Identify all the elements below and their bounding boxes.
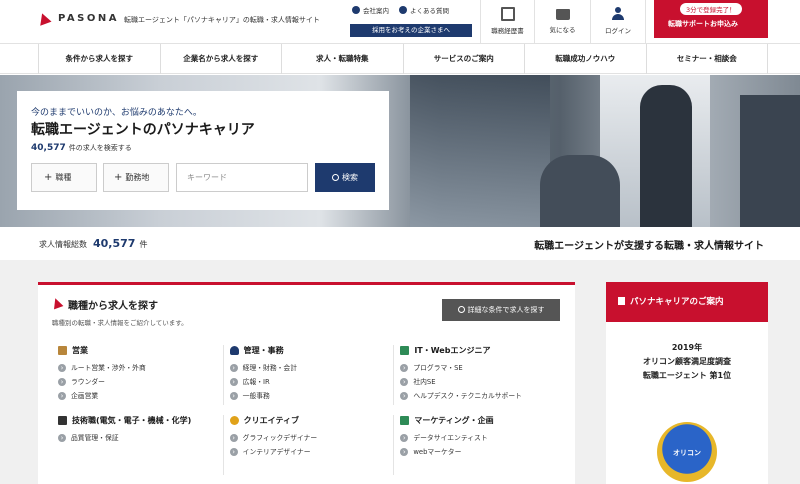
search-button[interactable]: 検索 xyxy=(315,163,375,192)
category-link[interactable]: クリエイティブ xyxy=(229,415,394,426)
pasona-logo[interactable]: PASONA xyxy=(36,11,119,26)
sidebar-title[interactable]: パソナキャリアのご案内 xyxy=(606,282,768,322)
total-jobs: 求人情報総数 40,577 件 xyxy=(39,237,148,250)
subcategory-link[interactable]: webマーケター xyxy=(400,445,564,459)
category-it: IT・Webエンジニア プログラマ・SE 社内SE ヘルプデスク・テクニカルサポ… xyxy=(393,345,564,405)
award-survey: オリコン顧客満足度調査 xyxy=(643,357,731,366)
chart-icon xyxy=(400,416,410,425)
hero-job-count: 40,577 件の求人を検索する xyxy=(31,143,132,153)
subcategory-link[interactable]: 広報・IR xyxy=(230,375,394,389)
category-engineering: 技術職(電気・電子・機械・化学) 品質管理・保証 xyxy=(52,415,223,475)
category-sales: 営業 ルート営業・渉外・外商 ラウンダー 企画営業 xyxy=(52,345,223,405)
flag-icon xyxy=(618,297,625,305)
gear-icon xyxy=(58,416,67,425)
faq-link[interactable]: よくある質問 xyxy=(399,5,449,15)
search-icon xyxy=(332,174,339,181)
nav-item-search-by-company[interactable]: 企業名から求人を探す xyxy=(161,44,282,74)
category-grid: 営業 ルート営業・渉外・外商 ラウンダー 企画営業 管理・事務 経理・財務・会計… xyxy=(52,345,564,475)
category-link[interactable]: IT・Webエンジニア xyxy=(400,345,564,356)
award-rank: 転職エージェント 第1位 xyxy=(642,371,732,380)
subcategory-link[interactable]: グラフィックデザイナー xyxy=(230,431,394,445)
site-tagline: 転職エージェント「パソナキャリア」の転職・求人情報サイト xyxy=(124,16,320,24)
monitor-icon xyxy=(400,346,410,355)
site-header: PASONA 転職エージェント「パソナキャリア」の転職・求人情報サイト 会社案内… xyxy=(0,0,800,44)
top-links: 会社案内 よくある質問 xyxy=(352,5,449,15)
admin-icon xyxy=(229,346,239,355)
category-link[interactable]: 営業 xyxy=(58,345,223,356)
category-link[interactable]: 管理・事務 xyxy=(229,345,394,356)
category-admin: 管理・事務 経理・財務・会計 広報・IR 一般事務 xyxy=(222,345,394,405)
panel-subtitle: 職種別の転職・求人情報をご紹介しています。 xyxy=(52,319,188,327)
nav-item-knowhow[interactable]: 転職成功ノウハウ xyxy=(525,44,647,74)
subcategory-link[interactable]: 一般事務 xyxy=(230,389,394,403)
lightbulb-icon xyxy=(229,416,239,425)
panel-title: 職種から求人を探す xyxy=(68,301,158,312)
logo-mark-icon xyxy=(36,11,52,26)
nav-item-search-by-conditions[interactable]: 条件から求人を探す xyxy=(38,44,161,74)
logo-text: PASONA xyxy=(58,13,119,24)
hero-search-card: 今のままでいいのか、お悩みのあなたへ。 転職エージェントのパソナキャリア 40,… xyxy=(17,91,389,210)
subcategory-link[interactable]: データサイエンティスト xyxy=(400,431,564,445)
nav-item-seminars[interactable]: セミナー・相談会 xyxy=(647,44,768,74)
location-button[interactable]: + 勤務地 xyxy=(103,163,169,192)
hero-lead: 今のままでいいのか、お悩みのあなたへ。 xyxy=(31,108,202,118)
job-type-button[interactable]: + 職種 xyxy=(31,163,97,192)
user-icon xyxy=(611,7,625,21)
nav-item-services[interactable]: サービスのご案内 xyxy=(404,44,525,74)
category-link[interactable]: マーケティング・企画 xyxy=(400,415,564,426)
keyword-input[interactable] xyxy=(176,163,308,192)
nav-item-features[interactable]: 求人・転職特集 xyxy=(282,44,404,74)
plus-icon: + xyxy=(114,172,123,183)
hero-photo-people xyxy=(540,155,620,227)
signup-time-badge: 3分で登録完了！ xyxy=(680,3,742,15)
subcategory-link[interactable]: ラウンダー xyxy=(58,375,223,389)
login-button[interactable]: ログイン xyxy=(590,0,646,43)
medal-text: オリコン xyxy=(673,449,701,457)
hero-banner: 今のままでいいのか、お悩みのあなたへ。 転職エージェントのパソナキャリア 40,… xyxy=(0,75,800,227)
subcategory-link[interactable]: 社内SE xyxy=(400,375,564,389)
question-icon xyxy=(399,6,407,14)
subcategory-link[interactable]: ヘルプデスク・テクニカルサポート xyxy=(400,389,564,403)
signup-label: 転職サポートお申込み xyxy=(668,20,738,28)
subcategory-link[interactable]: インテリアデザイナー xyxy=(230,445,394,459)
hero-photo-office xyxy=(410,75,550,227)
subcategory-link[interactable]: 経理・財務・会計 xyxy=(230,361,394,375)
category-creative: クリエイティブ グラフィックデザイナー インテリアデザイナー xyxy=(222,415,394,475)
main-content: 職種から求人を探す 職種別の転職・求人情報をご紹介しています。 詳細な条件で求人… xyxy=(0,260,800,484)
info-icon xyxy=(352,6,360,14)
award-year: 2019年 xyxy=(671,343,703,352)
subcategory-link[interactable]: プログラマ・SE xyxy=(400,361,564,375)
corporate-recruiting-button[interactable]: 採用をお考えの企業さまへ xyxy=(350,24,472,37)
hero-title: 転職エージェントのパソナキャリア xyxy=(31,122,255,138)
detailed-search-button[interactable]: 詳細な条件で求人を探す xyxy=(442,299,560,321)
subcategory-link[interactable]: ルート営業・渉外・外商 xyxy=(58,361,223,375)
category-marketing: マーケティング・企画 データサイエンティスト webマーケター xyxy=(393,415,564,475)
section-mark-icon xyxy=(50,296,64,310)
category-link[interactable]: 技術職(電気・電子・機械・化学) xyxy=(58,415,223,426)
site-description: 転職エージェントが支援する転職・求人情報サイト xyxy=(534,241,764,252)
search-icon xyxy=(457,306,465,313)
folder-icon xyxy=(555,9,570,20)
subcategory-link[interactable]: 企画営業 xyxy=(58,389,223,403)
briefcase-icon xyxy=(58,346,67,355)
favorites-button[interactable]: 気になる xyxy=(534,0,590,43)
company-link[interactable]: 会社案内 xyxy=(352,5,389,15)
job-category-panel: 職種から求人を探す 職種別の転職・求人情報をご紹介しています。 詳細な条件で求人… xyxy=(38,282,575,484)
hero-photo-walking xyxy=(740,95,800,227)
document-icon xyxy=(500,7,515,21)
hero-photo-businessman xyxy=(640,85,692,227)
pasona-info-sidebar: パソナキャリアのご案内 2019年 オリコン顧客満足度調査 転職エージェント 第… xyxy=(606,282,768,484)
award-medal-icon: オリコン xyxy=(657,422,717,482)
subcategory-link[interactable]: 品質管理・保証 xyxy=(58,431,223,445)
plus-icon: + xyxy=(44,172,53,183)
global-nav: 条件から求人を探す 企業名から求人を探す 求人・転職特集 サービスのご案内 転職… xyxy=(0,44,800,74)
resume-button[interactable]: 職務経歴書 xyxy=(480,0,534,43)
career-support-signup-button[interactable]: 3分で登録完了！ 転職サポートお申込み xyxy=(654,0,768,38)
job-summary-strip: 求人情報総数 40,577 件 転職エージェントが支援する転職・求人情報サイト xyxy=(17,227,768,260)
